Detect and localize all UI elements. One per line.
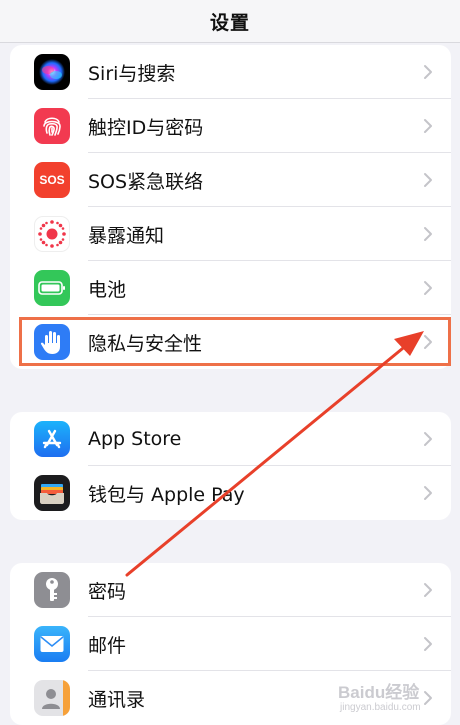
settings-group-3: 密码 邮件 通讯录 [10,563,451,725]
wallet-icon [34,475,70,511]
row-siri[interactable]: Siri与搜索 [10,45,451,99]
privacy-hand-icon [34,324,70,360]
row-label: 电池 [88,278,127,301]
battery-icon [34,270,70,306]
chevron-right-icon [424,281,432,295]
sos-icon-text: SOS [39,173,65,187]
contacts-icon [34,680,70,716]
row-label: 触控ID与密码 [88,116,204,139]
chevron-right-icon [424,119,432,133]
settings-group-2: App Store 钱包与 Apple Pay [10,412,451,520]
row-label: Siri与搜索 [88,62,176,85]
chevron-right-icon [424,691,432,705]
chevron-right-icon [424,227,432,241]
chevron-right-icon [424,65,432,79]
settings-group-1: Siri与搜索 触控ID与密码 SOS SOS紧急联络 暴露通知 电池 隐私与安… [10,45,451,369]
row-wallet-apple-pay[interactable]: 钱包与 Apple Pay [10,466,451,520]
row-label: SOS紧急联络 [88,170,204,193]
chevron-right-icon [424,432,432,446]
row-label: 邮件 [88,634,127,657]
row-contacts[interactable]: 通讯录 [10,671,451,725]
row-mail[interactable]: 邮件 [10,617,451,671]
sos-icon: SOS [34,162,70,198]
row-passwords[interactable]: 密码 [10,563,451,617]
page-title: 设置 [209,11,250,34]
exposure-icon [34,216,70,252]
chevron-right-icon [424,335,432,349]
fingerprint-icon [34,108,70,144]
chevron-right-icon [424,173,432,187]
row-label: 通讯录 [88,688,146,711]
chevron-right-icon [424,583,432,597]
chevron-right-icon [424,486,432,500]
row-battery[interactable]: 电池 [10,261,451,315]
row-label: App Store [88,428,182,450]
row-label: 隐私与安全性 [88,332,203,355]
row-emergency-sos[interactable]: SOS SOS紧急联络 [10,153,451,207]
app-store-icon [34,421,70,457]
row-label: 暴露通知 [88,224,165,247]
row-label: 密码 [88,580,127,603]
row-app-store[interactable]: App Store [10,412,451,466]
row-privacy-security[interactable]: 隐私与安全性 [10,315,451,369]
nav-bar: 设置 [0,0,460,43]
siri-icon [34,54,70,90]
key-icon [34,572,70,608]
row-label: 钱包与 Apple Pay [88,483,245,506]
row-touch-id[interactable]: 触控ID与密码 [10,99,451,153]
row-exposure-notification[interactable]: 暴露通知 [10,207,451,261]
mail-icon [34,626,70,662]
chevron-right-icon [424,637,432,651]
